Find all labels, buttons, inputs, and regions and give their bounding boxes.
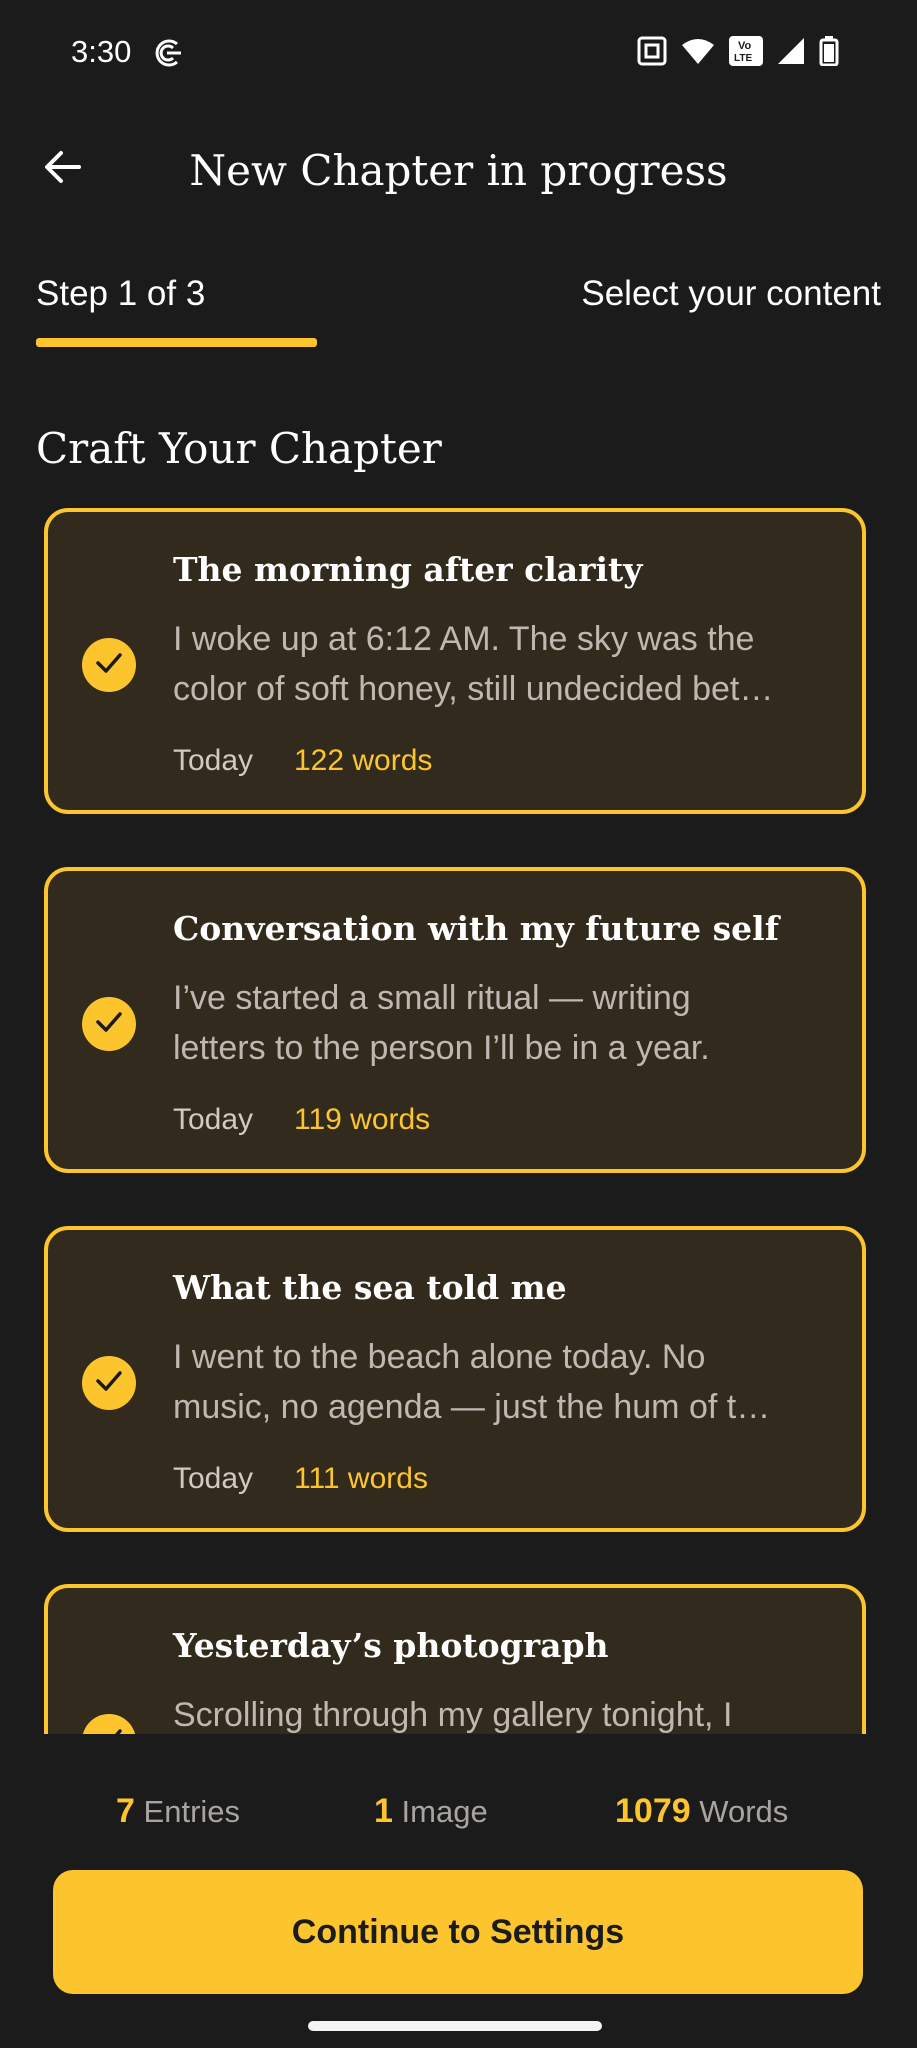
status-time: 3:30 <box>71 34 132 69</box>
images-count: 1 <box>374 1792 393 1830</box>
battery-icon <box>819 36 839 71</box>
entry-word-count: 119 words <box>294 1103 431 1136</box>
stepper: Step 1 of 3 Select your content <box>36 270 881 348</box>
words-label: Words <box>699 1794 789 1829</box>
entry-word-count: 111 words <box>294 1462 428 1495</box>
words-stat: 1079 Words <box>615 1792 788 1831</box>
images-stat: 1 Image <box>374 1792 488 1831</box>
step-count: Step 1 of 3 <box>36 274 206 313</box>
entry-date: Today <box>173 1462 254 1495</box>
step-caption: Select your content <box>581 274 881 313</box>
wifi-icon <box>681 37 715 70</box>
entry-title: Yesterday’s photograph <box>173 1626 609 1665</box>
entry-checkbox[interactable] <box>82 1714 136 1734</box>
entry-title: What the sea told me <box>173 1268 567 1307</box>
continue-button[interactable]: Continue to Settings <box>53 1870 863 1994</box>
step-progress-bar <box>36 338 318 347</box>
app-bar: New Chapter in progress <box>0 106 917 236</box>
check-icon <box>95 1010 123 1039</box>
entries-count: 7 <box>116 1792 135 1830</box>
volte-label-top: Vo <box>738 40 752 52</box>
entry-date: Today <box>173 744 254 777</box>
sync-icon <box>151 38 185 68</box>
entries-label: Entries <box>143 1794 241 1829</box>
page-title: New Chapter in progress <box>189 146 728 195</box>
words-count: 1079 <box>615 1792 691 1830</box>
entry-word-count: 122 words <box>294 744 433 777</box>
entry-checkbox[interactable] <box>82 638 136 692</box>
cell-signal-icon <box>777 37 805 70</box>
entry-card[interactable]: Conversation with my future self I’ve st… <box>44 867 866 1173</box>
section-title: Craft Your Chapter <box>36 424 442 473</box>
entry-card[interactable]: What the sea told me I went to the beach… <box>44 1226 866 1532</box>
entry-card[interactable]: The morning after clarity I woke up at 6… <box>44 508 866 814</box>
entry-date: Today <box>173 1103 254 1136</box>
check-icon <box>95 1727 123 1734</box>
images-label: Image <box>401 1794 488 1829</box>
nfc-icon <box>637 36 667 71</box>
summary-stats: 7 Entries 1 Image 1079 Words <box>0 1782 917 1848</box>
entries-stat: 7 Entries <box>116 1792 240 1831</box>
volte-icon: Vo LTE <box>729 36 763 71</box>
status-bar: 3:30 Vo LTE <box>0 0 917 106</box>
entry-checkbox[interactable] <box>82 1356 136 1410</box>
entry-checkbox[interactable] <box>82 997 136 1051</box>
entry-excerpt: I woke up at 6:12 AM. The sky was the co… <box>173 620 774 708</box>
volte-label-bottom: LTE <box>734 53 752 64</box>
entry-excerpt: I went to the beach alone today. No musi… <box>173 1338 771 1426</box>
entry-title: Conversation with my future self <box>173 909 779 948</box>
entry-excerpt: I’ve started a small ritual — writing le… <box>173 979 710 1067</box>
entry-title: The morning after clarity <box>173 550 643 589</box>
check-icon <box>95 1369 123 1398</box>
entry-card[interactable]: Yesterday’s photograph Scrolling through… <box>44 1584 866 1734</box>
entries-list[interactable]: The morning after clarity I woke up at 6… <box>0 500 917 1734</box>
status-icons: Vo LTE <box>637 36 839 71</box>
check-icon <box>95 651 123 680</box>
home-indicator[interactable] <box>308 2021 602 2031</box>
entry-excerpt: Scrolling through my gallery tonight, I <box>173 1696 733 1734</box>
